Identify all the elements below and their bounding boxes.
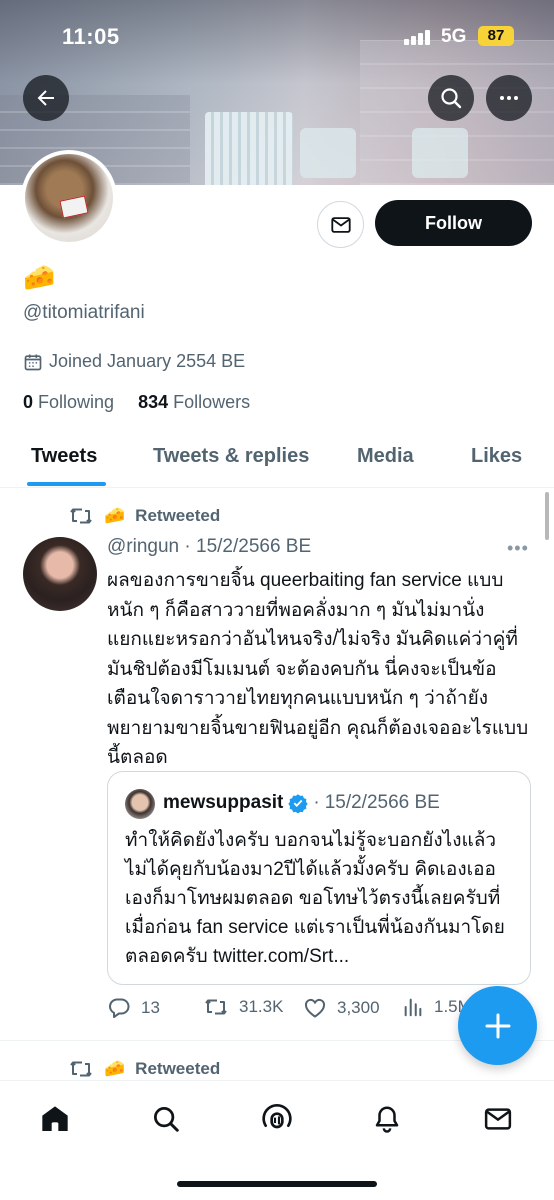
banner-sign	[300, 128, 356, 178]
tweet-actions: 13 31.3K 3,300 1.5M	[107, 996, 487, 1024]
followers-label: Followers	[173, 392, 251, 412]
spaces-icon	[262, 1104, 292, 1129]
nav-messages[interactable]	[480, 1101, 516, 1137]
status-time: 11:05	[62, 24, 120, 49]
plus-icon	[485, 1013, 510, 1038]
quoted-tweet-header: mewsuppasit · 15/2/2566 BE	[163, 792, 440, 814]
quoted-tweet[interactable]: mewsuppasit · 15/2/2566 BE ทำให้คิดยังไง…	[107, 771, 531, 985]
verified-icon	[288, 794, 309, 813]
tweet-date: 15/2/2566 BE	[196, 536, 312, 557]
retweet-icon	[205, 999, 227, 1015]
reply-button[interactable]: 13	[107, 996, 160, 1020]
joined-date: Joined January 2554 BE	[23, 351, 245, 372]
tweet-header: @ringun · 15/2/2566 BE	[107, 536, 311, 558]
retweet-icon	[70, 508, 92, 524]
tweet-separator: ·	[184, 536, 191, 557]
signal-icon	[404, 29, 430, 45]
scrollbar[interactable]	[545, 492, 549, 540]
retweeted-label: Retweeted	[135, 1059, 221, 1078]
calendar-icon	[24, 354, 42, 370]
quoted-tweet-text: ทำให้คิดยังไงครับ บอกจนไม่รู้จะบอกยังไงแ…	[125, 830, 505, 967]
home-icon	[42, 1106, 68, 1131]
display-name: 🧀	[23, 262, 56, 292]
retweet-context: 🧀 Retweeted	[68, 1058, 220, 1080]
quoted-tweet-separator: ·	[313, 792, 320, 813]
like-icon	[304, 998, 326, 1018]
retweet-count: 31.3K	[239, 997, 284, 1016]
search-icon	[441, 88, 462, 109]
retweet-icon	[70, 1061, 92, 1077]
mail-icon	[330, 216, 351, 233]
like-count: 3,300	[337, 998, 380, 1017]
home-indicator	[177, 1181, 377, 1187]
profile-tabs: Tweets Tweets & replies Media Likes	[0, 432, 554, 488]
followers-link[interactable]: 834 Followers	[138, 392, 250, 413]
tweet-author-handle[interactable]: @ringun	[107, 536, 179, 557]
following-count: 0	[23, 392, 34, 412]
nav-notifications[interactable]	[369, 1101, 405, 1137]
follow-counts: 0 Following 834 Followers	[23, 392, 250, 413]
tab-tweets[interactable]: Tweets	[31, 432, 97, 488]
views-icon	[404, 998, 422, 1017]
search-button[interactable]	[428, 75, 474, 121]
following-link[interactable]: 0 Following	[23, 392, 114, 413]
retweeter-name: 🧀	[104, 506, 126, 525]
profile-avatar[interactable]	[21, 150, 117, 246]
retweet-context: 🧀 Retweeted	[68, 505, 220, 527]
retweeter-name: 🧀	[104, 1059, 126, 1078]
quoted-author-name: mewsuppasit	[163, 792, 284, 813]
messages-icon	[484, 1108, 512, 1130]
banner-pillar	[205, 112, 293, 185]
following-label: Following	[38, 392, 115, 412]
search-icon	[154, 1107, 179, 1132]
follow-button[interactable]: Follow	[375, 200, 532, 246]
retweeted-label: Retweeted	[135, 506, 221, 525]
tab-tweets-replies[interactable]: Tweets & replies	[153, 432, 309, 488]
active-tab-indicator	[27, 482, 106, 486]
reply-count: 13	[141, 998, 160, 1017]
compose-tweet-button[interactable]	[458, 986, 537, 1065]
followers-count: 834	[138, 392, 169, 412]
quoted-author-avatar	[125, 789, 155, 819]
tab-media[interactable]: Media	[357, 432, 414, 488]
tweet-author-avatar[interactable]	[23, 537, 97, 611]
battery-indicator: 87	[478, 26, 514, 46]
message-button[interactable]	[317, 201, 364, 248]
reply-icon	[109, 998, 130, 1018]
profile-handle: @titomiatrifani	[23, 302, 145, 323]
more-icon	[500, 96, 518, 100]
quoted-tweet-date: 15/2/2566 BE	[324, 792, 440, 813]
nav-spaces[interactable]	[259, 1101, 295, 1137]
nav-search[interactable]	[148, 1101, 184, 1137]
like-button[interactable]: 3,300	[303, 996, 380, 1020]
nav-home[interactable]	[37, 1101, 73, 1137]
back-button[interactable]	[23, 75, 69, 121]
back-arrow-icon	[37, 90, 54, 106]
tweet-more-icon[interactable]: •••	[507, 538, 529, 559]
tweet-text: ผลของการขายจิ้น queerbaiting fan service…	[107, 570, 529, 768]
banner-sign	[412, 128, 468, 178]
joined-label: Joined January 2554 BE	[49, 351, 246, 371]
retweet-button[interactable]: 31.3K	[203, 996, 283, 1018]
more-options-button[interactable]	[486, 75, 532, 121]
tab-likes[interactable]: Likes	[471, 432, 522, 488]
bell-icon	[375, 1106, 399, 1133]
network-label: 5G	[441, 26, 467, 47]
status-bar: 11:05 5G 87	[0, 24, 554, 54]
